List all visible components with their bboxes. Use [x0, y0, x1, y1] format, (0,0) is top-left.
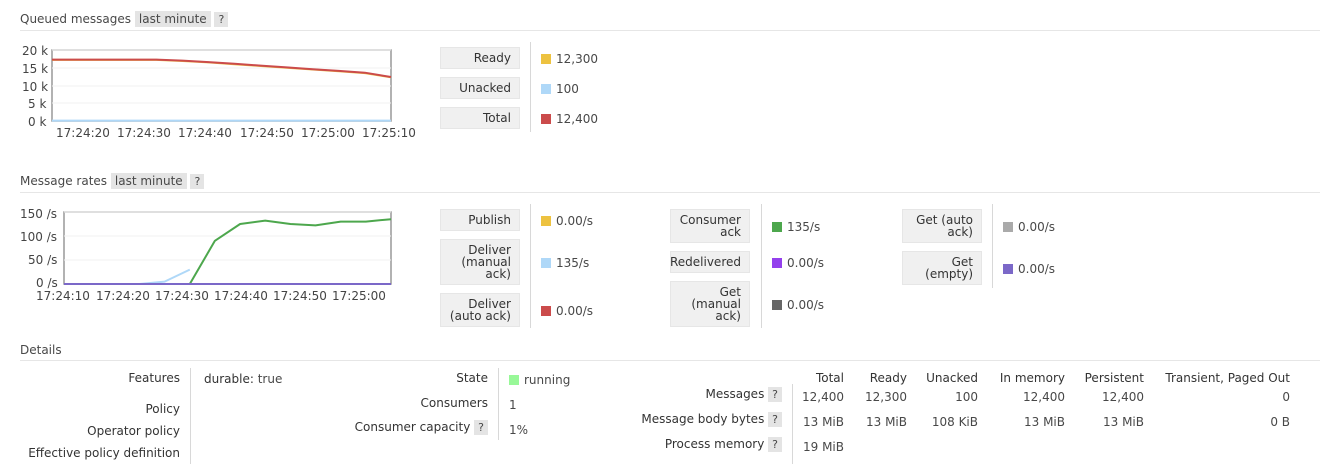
- table-cell: 13 MiB: [1102, 415, 1144, 429]
- plot-area: [63, 211, 392, 285]
- consumers-label: Consumers: [420, 396, 488, 410]
- effective-policy-label: Effective policy definition: [28, 446, 180, 460]
- policy-label: Policy: [145, 402, 180, 416]
- table-cell: 12,300: [865, 390, 907, 404]
- legend-divider: [761, 204, 762, 328]
- legend-swatch: [541, 54, 551, 64]
- state-value: running: [509, 373, 570, 387]
- legend-deliver-auto-label[interactable]: Deliver (auto ack): [440, 293, 520, 327]
- legend-deliver-auto-value: 0.00/s: [541, 304, 593, 318]
- legend-swatch: [541, 258, 551, 268]
- table-cell: 12,400: [1102, 390, 1144, 404]
- legend-get-auto-value: 0.00/s: [1003, 220, 1055, 234]
- legend-swatch: [772, 300, 782, 310]
- legend-divider: [530, 204, 531, 328]
- x-tick: 17:24:10: [36, 289, 90, 303]
- legend-redelivered-label[interactable]: Redelivered: [670, 251, 750, 273]
- legend-swatch: [1003, 264, 1013, 274]
- state-indicator: [509, 375, 519, 385]
- details-divider: [190, 368, 191, 464]
- row-label-messages: Messages ?: [600, 387, 782, 402]
- table-cell: 12,400: [802, 390, 844, 404]
- legend-swatch: [541, 84, 551, 94]
- legend-swatch: [772, 222, 782, 232]
- legend-unacked-value: 100: [541, 82, 579, 96]
- features-label: Features: [128, 371, 180, 385]
- legend-divider: [530, 42, 531, 132]
- table-cell: 100: [955, 390, 978, 404]
- x-tick: 17:24:20: [96, 289, 150, 303]
- legend-swatch: [1003, 222, 1013, 232]
- process-memory-help-icon[interactable]: ?: [768, 437, 782, 452]
- consumer-capacity-label: Consumer capacity ?: [300, 420, 488, 435]
- section-divider: [20, 360, 1320, 361]
- operator-policy-label: Operator policy: [87, 424, 180, 438]
- row-label-process-memory: Process memory ?: [600, 437, 782, 452]
- legend-swatch: [541, 114, 551, 124]
- legend-divider: [992, 204, 993, 288]
- table-cell: 108 KiB: [931, 415, 978, 429]
- legend-publish-value: 0.00/s: [541, 214, 593, 228]
- col-header-transient: Transient, Paged Out: [1165, 371, 1290, 385]
- legend-get-empty-value: 0.00/s: [1003, 262, 1055, 276]
- col-header-unacked: Unacked: [926, 371, 978, 385]
- details-title: Details: [20, 343, 62, 357]
- legend-consumer-ack-label[interactable]: Consumer ack: [670, 209, 750, 243]
- x-tick: 17:24:50: [273, 289, 327, 303]
- row-label-message-body-bytes: Message body bytes ?: [600, 412, 782, 427]
- x-tick: 17:25:00: [332, 289, 386, 303]
- table-cell: 13 MiB: [865, 415, 907, 429]
- x-tick: 17:24:30: [155, 289, 209, 303]
- capacity-help-icon[interactable]: ?: [474, 420, 488, 435]
- table-cell: 19 MiB: [802, 440, 844, 454]
- legend-ready-label[interactable]: Ready: [440, 47, 520, 69]
- legend-total-value: 12,400: [541, 112, 598, 126]
- col-header-in-memory: In memory: [999, 371, 1065, 385]
- legend-swatch: [772, 258, 782, 268]
- legend-publish-label[interactable]: Publish: [440, 209, 520, 231]
- legend-ready-value: 12,300: [541, 52, 598, 66]
- message-rates-chart: [63, 211, 392, 285]
- legend-get-manual-value: 0.00/s: [772, 298, 824, 312]
- table-cell: 13 MiB: [802, 415, 844, 429]
- consumers-value: 1: [509, 398, 517, 412]
- table-cell: 13 MiB: [1023, 415, 1065, 429]
- legend-unacked-label[interactable]: Unacked: [440, 77, 520, 99]
- message-body-bytes-help-icon[interactable]: ?: [768, 412, 782, 427]
- legend-total-label[interactable]: Total: [440, 107, 520, 129]
- table-cell: 0: [1282, 390, 1290, 404]
- features-value: durable: true: [204, 372, 283, 386]
- table-cell: 0 B: [1270, 415, 1290, 429]
- legend-consumer-ack-value: 135/s: [772, 220, 820, 234]
- col-header-persistent: Persistent: [1084, 371, 1144, 385]
- details-divider: [498, 368, 499, 440]
- col-header-total: Total: [815, 371, 844, 385]
- x-tick: 17:24:40: [214, 289, 268, 303]
- messages-help-icon[interactable]: ?: [768, 387, 782, 402]
- legend-swatch: [541, 306, 551, 316]
- consumer-capacity-value: 1%: [509, 423, 529, 437]
- legend-get-auto-label[interactable]: Get (auto ack): [902, 209, 982, 243]
- legend-swatch: [541, 216, 551, 226]
- legend-get-manual-label[interactable]: Get (manual ack): [670, 281, 750, 327]
- legend-get-empty-label[interactable]: Get (empty): [902, 251, 982, 285]
- legend-deliver-manual-label[interactable]: Deliver (manual ack): [440, 239, 520, 285]
- table-cell: 12,400: [1023, 390, 1065, 404]
- legend-deliver-manual-value: 135/s: [541, 256, 589, 270]
- state-label: State: [456, 371, 488, 385]
- legend-redelivered-value: 0.00/s: [772, 256, 824, 270]
- col-header-ready: Ready: [869, 371, 907, 385]
